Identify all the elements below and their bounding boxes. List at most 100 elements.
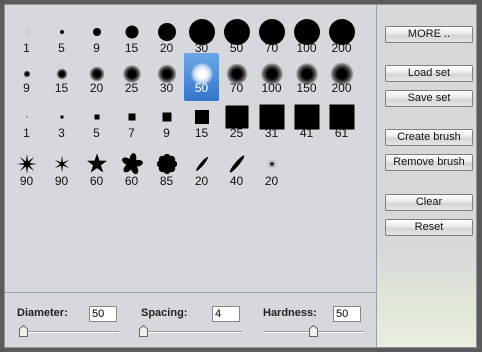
diameter-field[interactable]: 50: [89, 306, 117, 322]
brush-preset-row2-10[interactable]: 200: [324, 55, 359, 100]
brush-preset-label: 150: [296, 81, 317, 95]
brush-panel: 1 5 9 15 20 30 50 70 100 200 9 15 20 25 30 50 70 100 150 20…: [4, 4, 477, 348]
brush-preset-row4-1[interactable]: 90: [9, 148, 44, 193]
round-brush-tip-icon: [125, 25, 138, 39]
hardness-field[interactable]: 50: [333, 306, 361, 322]
brush-preset-row3-7[interactable]: 25: [219, 100, 254, 145]
brush-preset-row1-10[interactable]: 200: [324, 15, 359, 60]
reset-button[interactable]: Reset: [385, 219, 473, 236]
clear-button[interactable]: Clear: [385, 194, 473, 211]
brush-preset-label: 20: [159, 41, 174, 55]
brush-preset-row2-6[interactable]: 50: [184, 53, 219, 101]
brush-grid: 1 5 9 15 20 30 50 70 100 200 9 15 20 25 30 50 70 100 150 20…: [5, 5, 377, 293]
brush-preset-row3-8[interactable]: 31: [254, 100, 289, 145]
brush-preset-label: 100: [296, 41, 317, 55]
brush-preset-row4-7[interactable]: 40: [219, 148, 254, 193]
brush-preset-row1-7[interactable]: 50: [219, 15, 254, 60]
star4-brush-tip-icon: [53, 155, 71, 173]
brush-preset-label: 25: [229, 126, 244, 140]
brush-preset-row3-1[interactable]: 1: [9, 100, 44, 145]
brush-preset-row1-5[interactable]: 20: [149, 15, 184, 60]
brush-preset-row3-3[interactable]: 5: [79, 100, 114, 145]
brush-preset-row2-7[interactable]: 70: [219, 55, 254, 100]
diameter-slider-track[interactable]: [19, 331, 119, 333]
brush-preset-label: 200: [331, 81, 352, 95]
save-set-button[interactable]: Save set: [385, 90, 473, 107]
remove-brush-button[interactable]: Remove brush: [385, 154, 473, 171]
brush-preset-row2-3[interactable]: 20: [79, 55, 114, 100]
leaf-brush-tip-icon: [226, 153, 248, 175]
soft-brush-tip-icon: [89, 66, 104, 82]
spacing-slider-track[interactable]: [142, 331, 242, 333]
brush-preset-row1-3[interactable]: 9: [79, 15, 114, 60]
brush-preset-label: 1: [23, 126, 30, 140]
brush-preset-label: 20: [89, 81, 104, 95]
brush-preset-label: 60: [124, 174, 139, 188]
brush-preset-label: 20: [194, 174, 209, 188]
brush-preset-label: 60: [89, 174, 104, 188]
brush-preset-row1-8[interactable]: 70: [254, 15, 289, 60]
brush-preset-label: 50: [229, 41, 244, 55]
diameter-slider-thumb-icon[interactable]: [19, 325, 28, 337]
side-buttons: MORE .. Load set Save set Create brush R…: [377, 5, 476, 347]
square-brush-tip-icon: [60, 115, 63, 119]
round-brush-tip-icon: [59, 30, 64, 34]
brush-preset-row3-5[interactable]: 9: [149, 100, 184, 145]
brush-preset-row2-4[interactable]: 25: [114, 55, 149, 100]
brush-preset-label: 9: [93, 41, 100, 55]
brush-preset-row3-10[interactable]: 61: [324, 100, 359, 145]
square-brush-tip-icon: [94, 114, 99, 120]
brush-preset-label: 5: [58, 41, 65, 55]
brush-preset-label: 3: [58, 126, 65, 140]
brush-preset-row4-2[interactable]: 90: [44, 148, 79, 193]
brush-parameters: Diameter: 50 Spacing: 4 Hardness: 50: [5, 293, 377, 347]
brush-preset-row2-1[interactable]: 9: [9, 55, 44, 100]
diameter-label: Diameter:: [17, 307, 68, 319]
brush-preset-row1-4[interactable]: 15: [114, 15, 149, 60]
load-set-button[interactable]: Load set: [385, 65, 473, 82]
leaf-brush-tip-icon: [193, 155, 211, 173]
square-brush-tip-icon: [26, 116, 27, 118]
brush-preset-label: 15: [54, 81, 69, 95]
brush-preset-row1-1[interactable]: 1: [9, 15, 44, 60]
spacing-slider-thumb-icon[interactable]: [139, 325, 148, 337]
spacing-field[interactable]: 4: [212, 306, 240, 322]
flower5-brush-tip-icon: [121, 153, 143, 175]
spacing-label: Spacing:: [141, 307, 188, 319]
brush-preset-row4-8[interactable]: 20: [254, 148, 289, 193]
star8-brush-tip-icon: [16, 153, 38, 175]
soft-brush-tip-icon: [23, 70, 30, 78]
brush-preset-row4-5[interactable]: 85: [149, 148, 184, 193]
brush-preset-label: 5: [93, 126, 100, 140]
round-brush-tip-icon: [92, 28, 101, 36]
hardness-slider-thumb-icon[interactable]: [309, 325, 318, 337]
brush-preset-label: 1: [23, 41, 30, 55]
brush-preset-row4-6[interactable]: 20: [184, 148, 219, 193]
brush-preset-label: 31: [264, 126, 279, 140]
more-button[interactable]: MORE ..: [385, 26, 473, 43]
brush-preset-row3-9[interactable]: 41: [289, 100, 324, 145]
brush-preset-row2-8[interactable]: 100: [254, 55, 289, 100]
brush-preset-label: 9: [163, 126, 170, 140]
brush-preset-row2-5[interactable]: 30: [149, 55, 184, 100]
brush-preset-label: 200: [331, 41, 352, 55]
brush-preset-row1-2[interactable]: 5: [44, 15, 79, 60]
create-brush-button[interactable]: Create brush: [385, 129, 473, 146]
brush-preset-label: 85: [159, 174, 174, 188]
brush-preset-label: 100: [261, 81, 282, 95]
brush-preset-row1-9[interactable]: 100: [289, 15, 324, 60]
brush-preset-label: 50: [194, 81, 209, 95]
brush-preset-row2-9[interactable]: 150: [289, 55, 324, 100]
brush-preset-label: 30: [159, 81, 174, 95]
brush-preset-label: 15: [124, 41, 139, 55]
brush-preset-row3-4[interactable]: 7: [114, 100, 149, 145]
brush-preset-row3-2[interactable]: 3: [44, 100, 79, 145]
brush-preset-row4-4[interactable]: 60: [114, 148, 149, 193]
brush-preset-label: 9: [23, 81, 30, 95]
brush-preset-row3-6[interactable]: 15: [184, 100, 219, 145]
brush-preset-row4-3[interactable]: 60: [79, 148, 114, 193]
brush-preset-row2-2[interactable]: 15: [44, 55, 79, 100]
splat-brush-tip-icon: [265, 157, 279, 171]
brush-preset-label: 70: [264, 41, 279, 55]
brush-preset-label: 25: [124, 81, 139, 95]
